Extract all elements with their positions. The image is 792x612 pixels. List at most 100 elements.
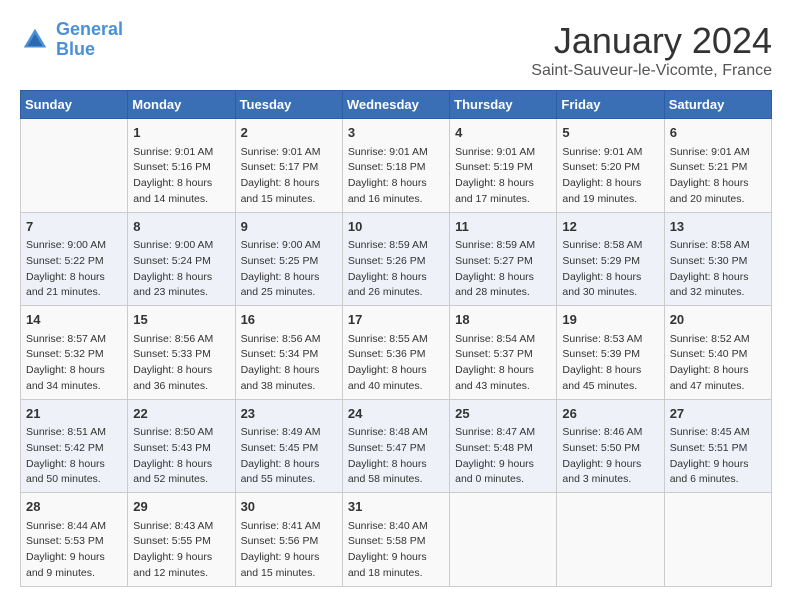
cell-content-line: and 26 minutes. [348, 285, 444, 301]
cell-content-line: Daylight: 8 hours [348, 176, 444, 192]
day-number: 26 [562, 404, 658, 424]
calendar-week-row: 14Sunrise: 8:57 AMSunset: 5:32 PMDayligh… [21, 306, 772, 400]
cell-content-line: Sunrise: 8:43 AM [133, 519, 229, 535]
cell-content-line: Daylight: 8 hours [241, 457, 337, 473]
cell-content-line: Sunset: 5:29 PM [562, 254, 658, 270]
cell-content-line: Daylight: 9 hours [455, 457, 551, 473]
day-number: 12 [562, 217, 658, 237]
cell-content-line: Sunrise: 8:57 AM [26, 332, 122, 348]
day-number: 2 [241, 123, 337, 143]
day-number: 5 [562, 123, 658, 143]
cell-content-line: Sunset: 5:16 PM [133, 160, 229, 176]
cell-content-line: Sunrise: 8:59 AM [455, 238, 551, 254]
cell-content-line: Sunset: 5:37 PM [455, 347, 551, 363]
day-number: 21 [26, 404, 122, 424]
cell-content-line: Daylight: 9 hours [562, 457, 658, 473]
day-number: 11 [455, 217, 551, 237]
cell-content-line: Daylight: 8 hours [455, 176, 551, 192]
header-day: Wednesday [342, 91, 449, 119]
calendar-cell: 2Sunrise: 9:01 AMSunset: 5:17 PMDaylight… [235, 119, 342, 213]
day-number: 31 [348, 497, 444, 517]
logo-line1: General [56, 19, 123, 39]
cell-content-line: Sunset: 5:58 PM [348, 534, 444, 550]
calendar-cell [450, 493, 557, 587]
day-number: 6 [670, 123, 766, 143]
cell-content-line: Daylight: 8 hours [562, 270, 658, 286]
cell-content-line: Daylight: 8 hours [562, 176, 658, 192]
cell-content-line: Sunset: 5:50 PM [562, 441, 658, 457]
cell-content-line: Sunset: 5:48 PM [455, 441, 551, 457]
calendar-cell [664, 493, 771, 587]
day-number: 28 [26, 497, 122, 517]
cell-content-line: Daylight: 8 hours [348, 363, 444, 379]
logo-line2: Blue [56, 39, 95, 59]
cell-content-line: Sunrise: 9:01 AM [348, 145, 444, 161]
cell-content-line: Daylight: 8 hours [133, 270, 229, 286]
cell-content-line: Sunrise: 9:01 AM [562, 145, 658, 161]
cell-content-line: and 25 minutes. [241, 285, 337, 301]
calendar-cell: 22Sunrise: 8:50 AMSunset: 5:43 PMDayligh… [128, 399, 235, 493]
cell-content-line: and 14 minutes. [133, 192, 229, 208]
cell-content-line: and 32 minutes. [670, 285, 766, 301]
calendar-cell: 3Sunrise: 9:01 AMSunset: 5:18 PMDaylight… [342, 119, 449, 213]
day-number: 20 [670, 310, 766, 330]
day-number: 23 [241, 404, 337, 424]
cell-content-line: Sunset: 5:17 PM [241, 160, 337, 176]
calendar-cell: 23Sunrise: 8:49 AMSunset: 5:45 PMDayligh… [235, 399, 342, 493]
cell-content-line: and 3 minutes. [562, 472, 658, 488]
cell-content-line: and 9 minutes. [26, 566, 122, 582]
cell-content-line: Daylight: 8 hours [348, 457, 444, 473]
day-number: 17 [348, 310, 444, 330]
cell-content-line: Daylight: 8 hours [133, 457, 229, 473]
cell-content-line: Sunset: 5:55 PM [133, 534, 229, 550]
cell-content-line: and 38 minutes. [241, 379, 337, 395]
cell-content-line: and 45 minutes. [562, 379, 658, 395]
cell-content-line: Sunset: 5:43 PM [133, 441, 229, 457]
cell-content-line: Sunset: 5:18 PM [348, 160, 444, 176]
calendar-cell: 16Sunrise: 8:56 AMSunset: 5:34 PMDayligh… [235, 306, 342, 400]
cell-content-line: Sunset: 5:25 PM [241, 254, 337, 270]
cell-content-line: Sunset: 5:45 PM [241, 441, 337, 457]
cell-content-line: and 28 minutes. [455, 285, 551, 301]
cell-content-line: Sunset: 5:53 PM [26, 534, 122, 550]
cell-content-line: Sunset: 5:21 PM [670, 160, 766, 176]
day-number: 8 [133, 217, 229, 237]
calendar-cell: 12Sunrise: 8:58 AMSunset: 5:29 PMDayligh… [557, 212, 664, 306]
cell-content-line: Sunrise: 8:52 AM [670, 332, 766, 348]
page-header: General Blue January 2024 Saint-Sauveur-… [20, 20, 772, 80]
cell-content-line: Sunrise: 8:41 AM [241, 519, 337, 535]
cell-content-line: and 55 minutes. [241, 472, 337, 488]
header-day: Tuesday [235, 91, 342, 119]
cell-content-line: and 12 minutes. [133, 566, 229, 582]
logo-icon [20, 25, 50, 55]
cell-content-line: Sunset: 5:33 PM [133, 347, 229, 363]
day-number: 13 [670, 217, 766, 237]
cell-content-line: and 30 minutes. [562, 285, 658, 301]
cell-content-line: and 18 minutes. [348, 566, 444, 582]
day-number: 19 [562, 310, 658, 330]
cell-content-line: Daylight: 8 hours [241, 176, 337, 192]
cell-content-line: Sunset: 5:40 PM [670, 347, 766, 363]
cell-content-line: Sunset: 5:22 PM [26, 254, 122, 270]
cell-content-line: Sunrise: 8:59 AM [348, 238, 444, 254]
calendar-cell: 13Sunrise: 8:58 AMSunset: 5:30 PMDayligh… [664, 212, 771, 306]
calendar-cell: 11Sunrise: 8:59 AMSunset: 5:27 PMDayligh… [450, 212, 557, 306]
cell-content-line: Sunset: 5:27 PM [455, 254, 551, 270]
day-number: 25 [455, 404, 551, 424]
cell-content-line: Sunset: 5:19 PM [455, 160, 551, 176]
cell-content-line: Sunrise: 9:00 AM [241, 238, 337, 254]
header-row: SundayMondayTuesdayWednesdayThursdayFrid… [21, 91, 772, 119]
cell-content-line: Daylight: 8 hours [241, 363, 337, 379]
calendar-week-row: 1Sunrise: 9:01 AMSunset: 5:16 PMDaylight… [21, 119, 772, 213]
cell-content-line: Sunrise: 9:01 AM [455, 145, 551, 161]
cell-content-line: and 58 minutes. [348, 472, 444, 488]
calendar-cell: 9Sunrise: 9:00 AMSunset: 5:25 PMDaylight… [235, 212, 342, 306]
cell-content-line: and 17 minutes. [455, 192, 551, 208]
cell-content-line: Daylight: 9 hours [348, 550, 444, 566]
calendar-cell: 15Sunrise: 8:56 AMSunset: 5:33 PMDayligh… [128, 306, 235, 400]
header-day: Sunday [21, 91, 128, 119]
day-number: 29 [133, 497, 229, 517]
cell-content-line: Daylight: 8 hours [348, 270, 444, 286]
location-title: Saint-Sauveur-le-Vicomte, France [531, 62, 772, 80]
calendar-cell: 8Sunrise: 9:00 AMSunset: 5:24 PMDaylight… [128, 212, 235, 306]
